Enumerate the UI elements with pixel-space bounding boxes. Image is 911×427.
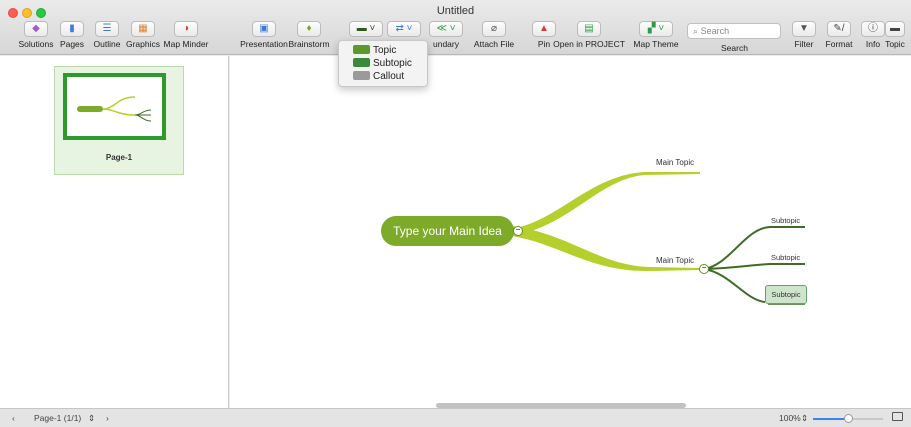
branch-subtopic-2 xyxy=(703,263,805,270)
subtopic-3-selected[interactable]: Subtopic xyxy=(765,285,807,304)
subtopic-2[interactable]: Subtopic xyxy=(771,253,800,262)
page-stepper-icon[interactable]: ⇕ xyxy=(88,413,95,424)
zoom-slider-fill xyxy=(813,418,848,420)
main-topic-1[interactable]: Main Topic xyxy=(656,158,694,167)
subtopic-1[interactable]: Subtopic xyxy=(771,216,800,225)
zoom-slider-knob[interactable] xyxy=(844,414,853,423)
collapse-main-button[interactable]: − xyxy=(513,226,523,236)
next-page-icon[interactable]: › xyxy=(106,413,109,423)
zoom-stepper-icon[interactable]: ⇕ xyxy=(801,413,808,424)
main-topic-2[interactable]: Main Topic xyxy=(656,256,694,265)
fit-window-icon[interactable] xyxy=(892,412,903,421)
collapse-topic-button[interactable]: − xyxy=(699,264,709,274)
branch-main-topic-1 xyxy=(512,172,700,236)
mindmap-branches xyxy=(512,172,805,305)
menu-item-subtopic[interactable]: Subtopic xyxy=(353,58,412,71)
menu-item-callout[interactable]: Callout xyxy=(353,71,404,84)
zoom-slider[interactable] xyxy=(813,414,883,423)
main-idea-node[interactable]: Type your Main Idea xyxy=(381,216,514,246)
branch-subtopic-3 xyxy=(703,268,766,303)
branch-subtopic-1 xyxy=(703,226,805,270)
topic-icon xyxy=(353,45,370,54)
zoom-value[interactable]: 100% xyxy=(779,413,801,423)
status-bar: ‹ Page-1 (1/1) ⇕ › 100% ⇕ xyxy=(0,408,911,427)
prev-page-icon[interactable]: ‹ xyxy=(12,413,15,423)
insert-topic-dropdown: Topic Subtopic Callout xyxy=(338,40,428,87)
menu-item-topic[interactable]: Topic xyxy=(353,45,396,58)
callout-icon xyxy=(353,71,370,80)
subtopic-icon xyxy=(353,58,370,67)
page-indicator: Page-1 (1/1) xyxy=(34,413,82,423)
